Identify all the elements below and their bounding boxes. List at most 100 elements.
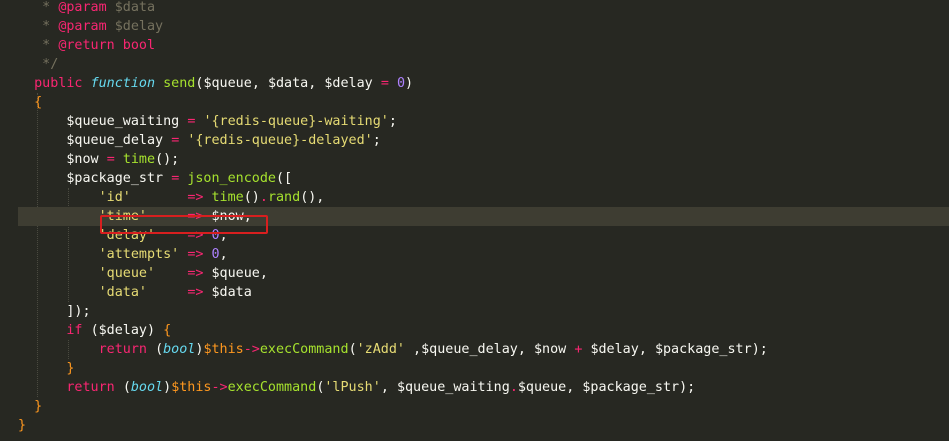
code-token: =>: [187, 285, 204, 300]
code-token: ,: [259, 266, 268, 281]
code-token: $queue_delay: [66, 133, 164, 148]
code-token: ();: [155, 152, 180, 167]
code-token: 'id': [98, 190, 131, 205]
code-token: }: [34, 399, 43, 414]
code-token: $delay: [590, 342, 639, 357]
code-line[interactable]: $now = time();: [0, 150, 949, 169]
code-token: }: [18, 418, 27, 433]
code-line[interactable]: public function send($queue, $data, $del…: [0, 74, 949, 93]
code-token: ,: [251, 76, 268, 91]
code-line[interactable]: 'attempts' => 0,: [0, 245, 949, 264]
code-line[interactable]: if ($delay) {: [0, 321, 949, 340]
code-token: $data: [106, 0, 156, 15]
code-line-content: * @param $delay: [18, 17, 163, 36]
code-token: $delay: [106, 19, 164, 34]
code-line-content: }: [18, 397, 42, 416]
code-token: ]);: [66, 304, 91, 319]
code-token: $delay: [98, 323, 147, 338]
code-token: ,: [308, 76, 325, 91]
code-token: execCommand: [227, 380, 317, 395]
code-token: public: [34, 76, 83, 91]
code-line-content: {: [18, 93, 42, 112]
code-line-content: }: [18, 416, 26, 435]
code-token: bool: [163, 342, 196, 357]
code-token: bool: [130, 380, 164, 395]
code-line[interactable]: $queue_delay = '{redis-queue}-delayed';: [0, 131, 949, 150]
code-token: $queue_delay: [421, 342, 518, 357]
code-line[interactable]: 'queue' => $queue,: [0, 264, 949, 283]
code-line[interactable]: }: [0, 416, 949, 435]
code-token: 'zAdd': [356, 342, 405, 357]
code-token: 0: [211, 247, 220, 262]
code-token: '{redis-queue}-waiting': [203, 114, 389, 129]
code-line[interactable]: return (bool)$this->execCommand('lPush',…: [0, 378, 949, 397]
code-token: ,: [638, 342, 655, 357]
code-token: ): [147, 323, 164, 338]
code-token: ;: [388, 114, 397, 129]
code-line-content: $now = time();: [18, 150, 179, 169]
code-token: @param: [58, 0, 107, 15]
code-token: 'data': [98, 285, 147, 300]
code-line[interactable]: }: [0, 397, 949, 416]
code-token: ([: [276, 171, 293, 186]
code-line[interactable]: * @return bool: [0, 36, 949, 55]
code-token: {: [34, 95, 43, 110]
code-line[interactable]: ]);: [0, 302, 949, 321]
annotation-highlight-box: [100, 215, 268, 234]
code-line[interactable]: $queue_waiting = '{redis-queue}-waiting'…: [0, 112, 949, 131]
code-token: {: [163, 323, 172, 338]
code-line-content: public function send($queue, $data, $del…: [18, 74, 413, 93]
code-line-content: * @return bool: [18, 36, 155, 55]
code-line-content: $queue_delay = '{redis-queue}-delayed';: [18, 131, 380, 150]
code-token: =>: [187, 247, 204, 262]
code-token: $package_str: [66, 171, 164, 186]
code-line-content: 'data' => $data: [18, 283, 252, 302]
code-token: $now: [534, 342, 567, 357]
code-token: ,: [517, 342, 534, 357]
code-line-content: $package_str = json_encode([: [18, 169, 292, 188]
code-line[interactable]: * @param $data: [0, 0, 949, 17]
code-line-content: return (bool)$this->execCommand('zAdd' ,…: [18, 340, 768, 359]
code-line[interactable]: 'data' => $data: [0, 283, 949, 302]
code-line[interactable]: $package_str = json_encode([: [0, 169, 949, 188]
code-line[interactable]: }: [0, 359, 949, 378]
code-token: ,: [380, 380, 397, 395]
code-line[interactable]: {: [0, 93, 949, 112]
code-token: ->: [243, 342, 260, 357]
code-token: $queue: [203, 76, 252, 91]
code-line[interactable]: * @param $delay: [0, 17, 949, 36]
code-editor[interactable]: * @param $data * @param $delay * @return…: [0, 0, 949, 441]
code-token: (: [348, 342, 357, 357]
code-token: ): [405, 76, 414, 91]
code-line[interactable]: 'id' => time().rand(),: [0, 188, 949, 207]
code-token: *: [18, 38, 59, 53]
code-token: $queue: [211, 266, 260, 281]
code-line[interactable]: return (bool)$this->execCommand('zAdd' ,…: [0, 340, 949, 359]
code-token: (): [243, 190, 260, 205]
code-token: ): [163, 380, 172, 395]
code-line[interactable]: */: [0, 55, 949, 74]
code-token: $this: [203, 342, 244, 357]
